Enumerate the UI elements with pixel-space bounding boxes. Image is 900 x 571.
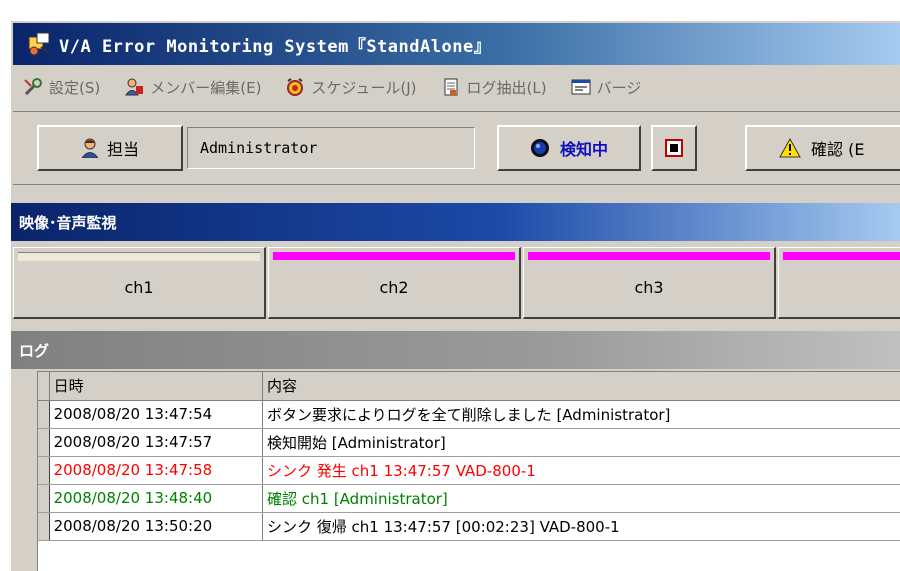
assignee-field: Administrator [187, 127, 475, 169]
person-icon [81, 138, 99, 158]
menu-member-edit[interactable]: メンバー編集(E) [124, 77, 261, 98]
menu-schedule[interactable]: スケジュール(J) [285, 77, 417, 98]
menu-log-extract-label: ログ抽出(L) [466, 78, 547, 97]
log-datetime: 2008/08/20 13:50:20 [49, 512, 263, 541]
menu-settings-label: 設定(S) [49, 78, 101, 97]
log-content: ボタン要求によりログを全て削除しました [Administrator] [262, 400, 900, 429]
log-content: 確認 ch1 [Administrator] [262, 484, 900, 513]
channel-bar: ch1 ch2 ch3 c [11, 247, 900, 319]
log-row[interactable]: 2008/08/20 13:48:40 確認 ch1 [Administrato… [38, 484, 900, 513]
title-bar[interactable]: V/A Error Monitoring System『StandAlone』 [13, 23, 900, 65]
log-content: 検知開始 [Administrator] [262, 428, 900, 457]
log-section-header: ログ [11, 331, 900, 369]
log-section-title: ログ [19, 341, 50, 360]
log-datetime: 2008/08/20 13:47:57 [49, 428, 263, 457]
row-selector[interactable] [38, 428, 50, 457]
confirm-button-label: 確認 (E [811, 140, 865, 159]
stop-icon [665, 139, 683, 157]
menu-version[interactable]: バージ [571, 77, 642, 98]
menu-settings[interactable]: 設定(S) [23, 77, 100, 98]
log-datetime: 2008/08/20 13:47:54 [49, 400, 263, 429]
app-window: V/A Error Monitoring System『StandAlone』 … [10, 20, 900, 571]
channel-status-strip [273, 252, 515, 260]
detect-button[interactable]: 検知中 [497, 125, 641, 171]
menu-schedule-label: スケジュール(J) [311, 78, 417, 97]
channel-button-ch2[interactable]: ch2 [268, 247, 521, 319]
log-row[interactable]: 2008/08/20 13:50:20 シンク 復帰 ch1 13:47:57 … [38, 512, 900, 541]
stop-button[interactable] [651, 125, 697, 171]
log-content: シンク 発生 ch1 13:47:57 VAD-800-1 [262, 456, 900, 485]
log-header-row: 日時 内容 [38, 372, 900, 401]
detect-button-label: 検知中 [559, 140, 608, 159]
channel-status-strip [783, 252, 900, 260]
toolbar: 担当 Administrator 検知中 確認 (E [13, 111, 900, 185]
channel-label: ch3 [634, 278, 664, 297]
monitor-section-header: 映像･音声監視 [11, 203, 900, 241]
channel-status-strip [528, 252, 770, 260]
settings-wrench-icon [23, 77, 43, 97]
channel-button-ch4[interactable]: c [778, 247, 900, 319]
log-datetime: 2008/08/20 13:47:58 [49, 456, 263, 485]
channel-button-ch1[interactable]: ch1 [13, 247, 266, 319]
menu-bar: 設定(S) メンバー編集(E) スケジュール(J) ログ抽出(L) バージ [13, 67, 900, 107]
warning-icon [779, 138, 801, 158]
menu-version-label: バージ [596, 78, 642, 97]
channel-label: ch1 [124, 278, 154, 297]
monitor-section-title: 映像･音声監視 [19, 213, 117, 232]
log-row[interactable]: 2008/08/20 13:47:57 検知開始 [Administrator] [38, 428, 900, 457]
assignee-button-label: 担当 [106, 140, 139, 159]
row-selector[interactable] [38, 484, 50, 513]
version-info-icon [571, 77, 591, 97]
channel-button-ch3[interactable]: ch3 [523, 247, 776, 319]
log-row[interactable]: 2008/08/20 13:47:54 ボタン要求によりログを全て削除しました … [38, 400, 900, 429]
channel-status-strip [18, 252, 260, 261]
column-header-content[interactable]: 内容 [262, 372, 900, 401]
log-extract-icon [441, 77, 461, 97]
log-content: シンク 復帰 ch1 13:47:57 [00:02:23] VAD-800-1 [262, 512, 900, 541]
log-datetime: 2008/08/20 13:48:40 [49, 484, 263, 513]
channel-label: c [779, 278, 900, 297]
channel-label: ch2 [379, 278, 409, 297]
member-edit-icon [124, 77, 144, 97]
log-grid: 日時 内容 2008/08/20 13:47:54 ボタン要求によりログを全て削… [37, 371, 900, 571]
row-selector[interactable] [38, 400, 50, 429]
log-row[interactable]: 2008/08/20 13:47:58 シンク 発生 ch1 13:47:57 … [38, 456, 900, 485]
menu-member-edit-label: メンバー編集(E) [150, 78, 262, 97]
assignee-button[interactable]: 担当 [37, 125, 183, 171]
row-selector[interactable] [38, 456, 50, 485]
row-selector[interactable] [38, 512, 50, 541]
window-title: V/A Error Monitoring System『StandAlone』 [59, 36, 492, 57]
app-monitor-icon [27, 31, 53, 57]
column-header-datetime[interactable]: 日時 [49, 372, 263, 401]
confirm-button[interactable]: 確認 (E [745, 125, 900, 171]
detect-status-icon [530, 138, 550, 158]
menu-log-extract[interactable]: ログ抽出(L) [441, 77, 547, 98]
row-selector-corner[interactable] [38, 372, 50, 401]
schedule-clock-icon [285, 77, 305, 97]
